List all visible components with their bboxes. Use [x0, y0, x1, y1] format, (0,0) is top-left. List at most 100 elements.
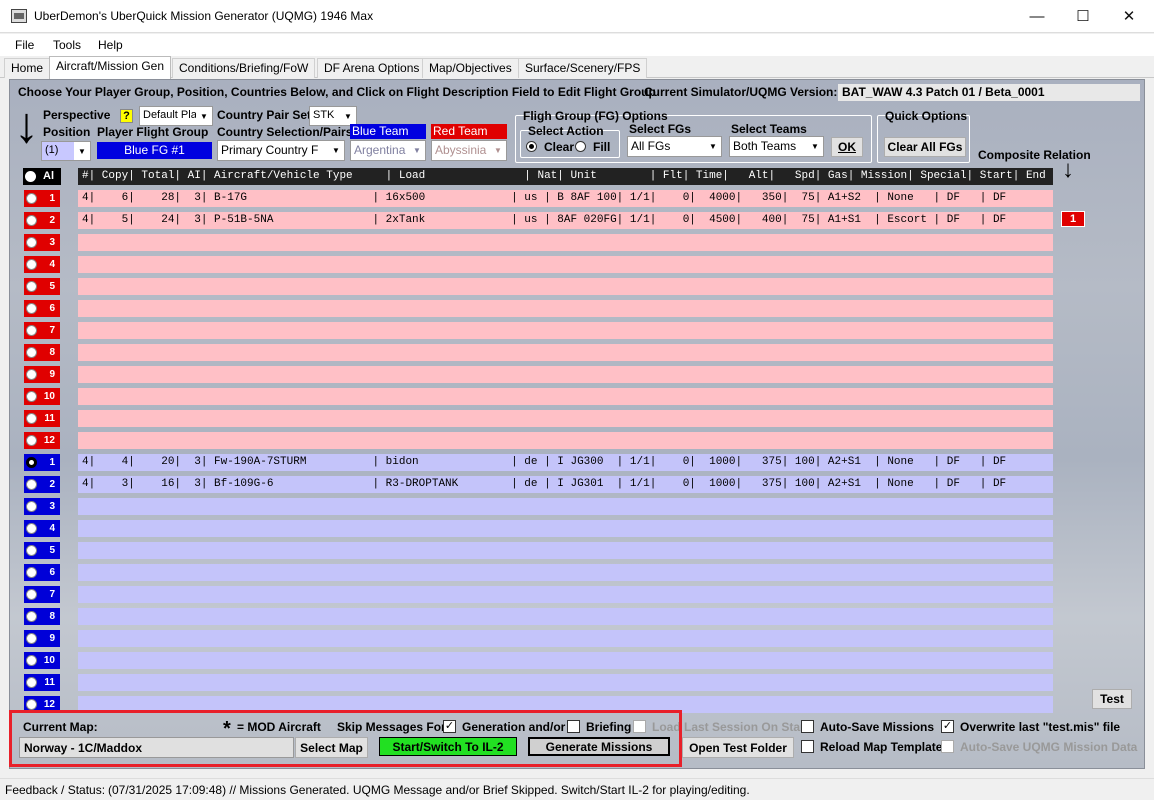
red-fg-radio[interactable] [26, 325, 37, 336]
tab-df-arena[interactable]: DF Arena Options [317, 58, 427, 78]
red-fg-row[interactable] [78, 278, 1053, 295]
red-fg-row[interactable] [78, 366, 1053, 383]
blue-fg-row[interactable] [78, 608, 1053, 625]
red-fg-selector[interactable]: 9 [24, 366, 60, 383]
red-fg-radio[interactable] [26, 303, 37, 314]
red-fg-selector[interactable]: 2 [24, 212, 60, 229]
fill-radio[interactable] [575, 141, 586, 152]
blue-team-select[interactable]: Argentina ▼ [350, 140, 426, 161]
blue-fg-radio[interactable] [26, 567, 37, 578]
blue-fg-selector[interactable]: 7 [24, 586, 60, 603]
red-fg-row[interactable] [78, 256, 1053, 273]
maximize-button[interactable]: ☐ [1060, 0, 1106, 32]
blue-fg-selector[interactable]: 5 [24, 542, 60, 559]
all-selector[interactable]: Al [23, 168, 61, 185]
menu-help[interactable]: Help [98, 38, 123, 52]
blue-fg-selector[interactable]: 3 [24, 498, 60, 515]
blue-fg-row[interactable] [78, 542, 1053, 559]
tab-surface-scenery[interactable]: Surface/Scenery/FPS [518, 58, 648, 78]
blue-fg-row[interactable]: 4| 4| 20| 3| Fw-190A-7STURM | bidon | de… [78, 454, 1053, 471]
blue-fg-radio[interactable] [26, 589, 37, 600]
tab-conditions[interactable]: Conditions/Briefing/FoW [172, 58, 316, 78]
tab-aircraft-mission-gen[interactable]: Aircraft/Mission Gen [49, 56, 172, 79]
red-fg-selector[interactable]: 12 [24, 432, 60, 449]
red-team-select[interactable]: Abyssinia ▼ [431, 140, 507, 161]
auto-save-data-checkbox[interactable] [941, 740, 954, 753]
red-fg-row[interactable]: 4| 5| 24| 3| P-51B-5NA | 2xTank | us | 8… [78, 212, 1053, 229]
blue-fg-selector[interactable]: 8 [24, 608, 60, 625]
red-fg-row[interactable] [78, 410, 1053, 427]
ok-button[interactable]: OK [831, 137, 863, 157]
open-test-folder-button[interactable]: Open Test Folder [682, 737, 794, 758]
red-fg-selector[interactable]: 7 [24, 322, 60, 339]
blue-fg-radio[interactable] [26, 611, 37, 622]
red-fg-selector[interactable]: 5 [24, 278, 60, 295]
red-fg-radio[interactable] [26, 391, 37, 402]
red-fg-row[interactable] [78, 322, 1053, 339]
blue-fg-row[interactable] [78, 674, 1053, 691]
blue-fg-radio[interactable] [26, 457, 37, 468]
blue-fg-radio[interactable] [26, 501, 37, 512]
red-fg-row[interactable] [78, 388, 1053, 405]
close-button[interactable]: ✕ [1106, 0, 1152, 32]
red-fg-radio[interactable] [26, 435, 37, 446]
blue-fg-selector[interactable]: 11 [24, 674, 60, 691]
auto-save-checkbox[interactable] [801, 720, 814, 733]
blue-fg-radio[interactable] [26, 633, 37, 644]
red-fg-selector[interactable]: 1 [24, 190, 60, 207]
red-fg-selector[interactable]: 11 [24, 410, 60, 427]
player-flight-group-field[interactable]: Blue FG #1 [97, 142, 212, 159]
red-fg-radio[interactable] [26, 413, 37, 424]
blue-fg-radio[interactable] [26, 655, 37, 666]
red-fg-selector[interactable]: 8 [24, 344, 60, 361]
menu-file[interactable]: File [15, 38, 34, 52]
tab-map-objectives[interactable]: Map/Objectives [422, 58, 519, 78]
help-icon[interactable]: ? [120, 109, 133, 123]
blue-fg-row[interactable] [78, 564, 1053, 581]
red-fg-radio[interactable] [26, 237, 37, 248]
blue-fg-selector[interactable]: 4 [24, 520, 60, 537]
blue-fg-radio[interactable] [26, 523, 37, 534]
blue-fg-selector[interactable]: 6 [24, 564, 60, 581]
red-fg-row[interactable] [78, 234, 1053, 251]
country-selection-select[interactable]: Primary Country F ▼ [217, 140, 345, 161]
blue-fg-selector[interactable]: 1 [24, 454, 60, 471]
blue-fg-selector[interactable]: 10 [24, 652, 60, 669]
test-button[interactable]: Test [1092, 689, 1132, 709]
red-fg-row[interactable]: 4| 6| 28| 3| B-17G | 16x500 | us | B 8AF… [78, 190, 1053, 207]
blue-fg-row[interactable] [78, 498, 1053, 515]
overwrite-checkbox[interactable]: ✓ [941, 720, 954, 733]
blue-fg-radio[interactable] [26, 545, 37, 556]
blue-fg-selector[interactable]: 2 [24, 476, 60, 493]
blue-fg-row[interactable] [78, 586, 1053, 603]
red-fg-radio[interactable] [26, 215, 37, 226]
all-radio[interactable] [25, 171, 36, 182]
minimize-button[interactable]: — [1014, 0, 1060, 32]
blue-fg-radio[interactable] [26, 479, 37, 490]
blue-fg-row[interactable] [78, 652, 1053, 669]
position-select[interactable]: (1) ▼ [41, 141, 91, 161]
country-pair-set-select[interactable]: STK ▼ [309, 106, 357, 126]
red-fg-selector[interactable]: 3 [24, 234, 60, 251]
red-fg-radio[interactable] [26, 193, 37, 204]
blue-fg-radio[interactable] [26, 677, 37, 688]
select-fgs-select[interactable]: All FGs ▼ [627, 136, 722, 157]
red-fg-selector[interactable]: 10 [24, 388, 60, 405]
red-fg-row[interactable] [78, 432, 1053, 449]
select-teams-select[interactable]: Both Teams ▼ [729, 136, 824, 157]
blue-fg-row[interactable] [78, 630, 1053, 647]
tab-home[interactable]: Home [4, 58, 51, 78]
blue-fg-selector[interactable]: 9 [24, 630, 60, 647]
red-fg-selector[interactable]: 6 [24, 300, 60, 317]
red-fg-radio[interactable] [26, 259, 37, 270]
blue-fg-radio[interactable] [26, 699, 37, 710]
menu-tools[interactable]: Tools [53, 38, 81, 52]
composite-badge[interactable]: 1 [1061, 211, 1085, 227]
perspective-select[interactable]: Default Play ▼ [139, 106, 213, 126]
red-fg-selector[interactable]: 4 [24, 256, 60, 273]
clear-radio[interactable] [526, 141, 537, 152]
blue-fg-row[interactable] [78, 520, 1053, 537]
red-fg-radio[interactable] [26, 281, 37, 292]
red-fg-row[interactable] [78, 300, 1053, 317]
red-fg-radio[interactable] [26, 347, 37, 358]
